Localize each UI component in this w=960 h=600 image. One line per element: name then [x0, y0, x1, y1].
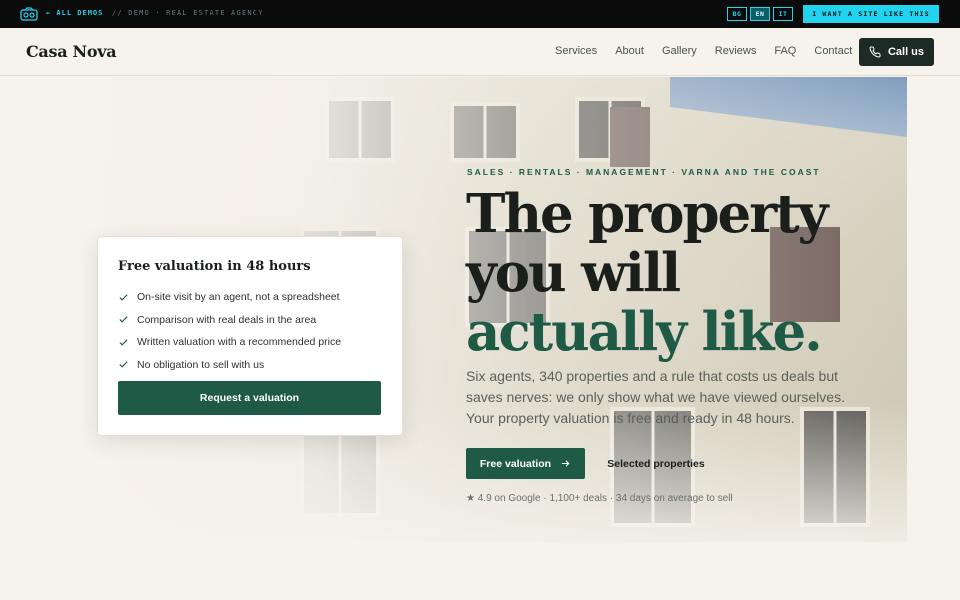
main-nav: Services About Gallery Reviews FAQ Conta…: [555, 45, 870, 57]
nav-services[interactable]: Services: [555, 45, 597, 57]
free-valuation-label: Free valuation: [479, 457, 552, 470]
check-icon: [119, 339, 128, 346]
demo-breadcrumb: // DEMO · REAL ESTATE AGENCY: [112, 9, 264, 17]
list-item: No obligation to sell with us: [118, 354, 341, 377]
demo-bar: ← ALL DEMOS // DEMO · REAL ESTATE AGENCY…: [0, 0, 960, 28]
list-item-label: Comparison with real deals in the area: [137, 313, 317, 326]
nav-gallery[interactable]: Gallery: [662, 45, 697, 57]
crumb-name: REAL ESTATE AGENCY: [166, 9, 264, 17]
hero-headline: The property you will actually like.: [466, 183, 828, 363]
selected-properties-button[interactable]: Selected properties: [595, 448, 717, 479]
valuation-card: Free valuation in 48 hours On-site visit…: [97, 236, 403, 436]
request-valuation-button[interactable]: Request a valuation: [118, 381, 381, 415]
list-item: Written valuation with a recommended pri…: [118, 331, 341, 354]
headline-line-2: you will: [466, 242, 681, 304]
want-site-button[interactable]: I WANT A SITE LIKE THIS: [803, 5, 939, 23]
list-item-label: Written valuation with a recommended pri…: [137, 336, 342, 349]
trust-line: ★ 4.9 on Google · 1,100+ deals · 34 days…: [466, 493, 733, 504]
nav-faq[interactable]: FAQ: [774, 45, 796, 57]
hero-eyebrow: SALES · RENTALS · MANAGEMENT · VARNA AND…: [467, 167, 821, 177]
headline-line-1: The property: [466, 183, 828, 245]
site-header: Casa Nova Services About Gallery Reviews…: [0, 28, 960, 76]
language-switcher: BG EN IT: [727, 7, 793, 21]
lang-bg[interactable]: BG: [727, 7, 747, 21]
list-item: Comparison with real deals in the area: [118, 309, 341, 332]
headline-accent: actually like.: [466, 301, 823, 363]
phone-icon: [869, 46, 881, 58]
nav-about[interactable]: About: [615, 45, 644, 57]
valuation-list: On-site visit by an agent, not a spreads…: [118, 286, 341, 376]
lang-en[interactable]: EN: [750, 7, 770, 21]
check-icon: [119, 361, 128, 368]
nav-reviews[interactable]: Reviews: [715, 45, 757, 57]
all-demos-link[interactable]: ← ALL DEMOS: [46, 9, 103, 17]
demo-logo-icon: [20, 7, 38, 21]
check-icon: [119, 316, 128, 323]
list-item-label: On-site visit by an agent, not a spreads…: [137, 291, 340, 304]
call-us-label: Call us: [887, 46, 925, 58]
hero-lead: Six agents, 340 properties and a rule th…: [466, 368, 845, 426]
free-valuation-button[interactable]: Free valuation: [466, 448, 585, 479]
arrow-right-icon: [561, 460, 570, 467]
crumb-separator: ·: [149, 9, 167, 17]
call-us-button[interactable]: Call us: [859, 38, 934, 66]
nav-contact[interactable]: Contact: [814, 45, 852, 57]
list-item-label: No obligation to sell with us: [137, 358, 265, 371]
crumb-prefix: // DEMO: [112, 9, 150, 17]
list-item: On-site visit by an agent, not a spreads…: [118, 286, 341, 309]
check-icon: [119, 294, 128, 301]
brand-logo[interactable]: Casa Nova: [26, 42, 117, 61]
lang-it[interactable]: IT: [773, 7, 793, 21]
valuation-card-title: Free valuation in 48 hours: [118, 259, 311, 274]
